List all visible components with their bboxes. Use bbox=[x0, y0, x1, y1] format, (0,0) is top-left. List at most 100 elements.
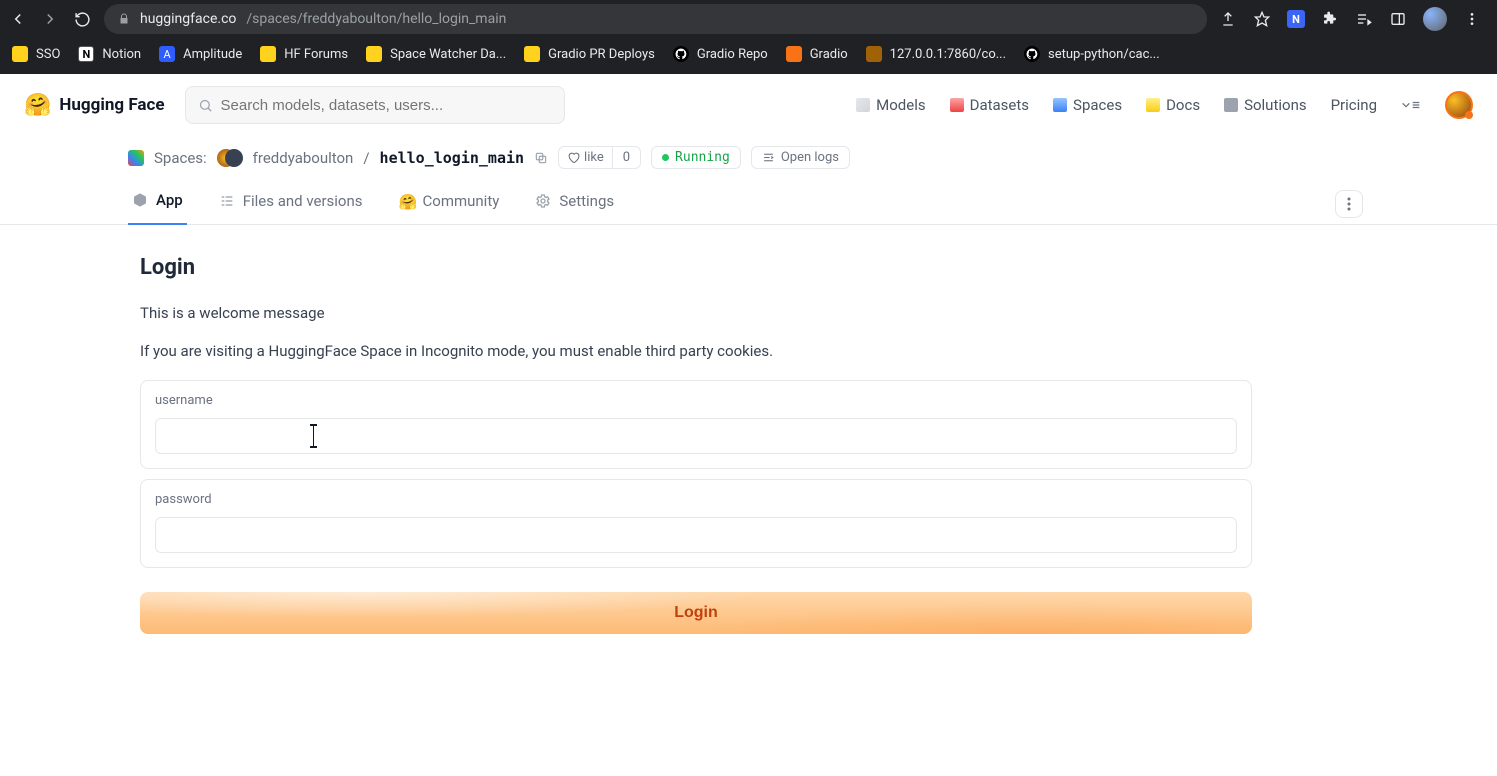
docs-icon bbox=[1146, 98, 1160, 112]
site-logo[interactable]: 🤗 Hugging Face bbox=[24, 93, 165, 118]
copy-icon[interactable] bbox=[534, 151, 548, 165]
like-count: 0 bbox=[612, 147, 640, 168]
tab-settings[interactable]: Settings bbox=[531, 184, 618, 224]
bookmark-item[interactable]: SSO bbox=[12, 46, 60, 62]
heart-icon bbox=[567, 151, 580, 164]
separator: / bbox=[363, 149, 369, 167]
menu-icon[interactable] bbox=[1463, 10, 1481, 28]
username-input[interactable] bbox=[155, 418, 1237, 454]
bookmark-label: HF Forums bbox=[284, 47, 348, 62]
bookmark-label: Gradio PR Deploys bbox=[548, 47, 655, 62]
briefcase-icon bbox=[1224, 98, 1238, 112]
tab-community[interactable]: 🤗 Community bbox=[395, 184, 504, 224]
gr2-icon bbox=[866, 46, 882, 62]
nav-label: Pricing bbox=[1331, 96, 1377, 114]
nav-datasets[interactable]: Datasets bbox=[950, 96, 1029, 114]
bookmark-label: 127.0.0.1:7860/co... bbox=[890, 47, 1006, 62]
profile-avatar[interactable] bbox=[1423, 7, 1447, 31]
app-icon bbox=[132, 192, 148, 208]
nav-label: Datasets bbox=[970, 96, 1029, 114]
username-input-wrapper bbox=[155, 418, 1237, 454]
hf-icon bbox=[260, 46, 276, 62]
tab-label: Community bbox=[423, 192, 500, 210]
hf-face-icon: 🤗 bbox=[24, 93, 51, 118]
nav-models[interactable]: Models bbox=[856, 96, 925, 114]
panel-icon[interactable] bbox=[1389, 10, 1407, 28]
bookmark-item[interactable]: Gradio bbox=[786, 46, 848, 62]
tab-label: Settings bbox=[559, 192, 614, 210]
lock-icon bbox=[118, 13, 130, 25]
bookmark-item[interactable]: A Amplitude bbox=[159, 46, 242, 62]
hf-icon bbox=[366, 46, 382, 62]
bookmark-item[interactable]: HF Forums bbox=[260, 46, 348, 62]
forward-button[interactable] bbox=[40, 9, 60, 29]
extensions-icon[interactable] bbox=[1321, 10, 1339, 28]
nav-docs[interactable]: Docs bbox=[1146, 96, 1200, 114]
username-label: username bbox=[155, 393, 1237, 408]
owner-link[interactable]: freddyaboulton bbox=[253, 149, 354, 167]
database-icon bbox=[950, 98, 964, 112]
bookmark-label: Amplitude bbox=[183, 47, 242, 62]
nav-pricing[interactable]: Pricing bbox=[1331, 96, 1377, 114]
browser-chrome: huggingface.co/spaces/freddyaboulton/hel… bbox=[0, 0, 1497, 74]
tab-files[interactable]: Files and versions bbox=[215, 184, 367, 224]
gear-icon bbox=[535, 193, 551, 209]
reload-button[interactable] bbox=[72, 9, 92, 29]
gh-icon bbox=[673, 46, 689, 62]
username-field-group: username bbox=[140, 380, 1252, 469]
site-nav: Models Datasets Spaces Docs Solutions Pr… bbox=[856, 91, 1473, 119]
app-content: Login This is a welcome message If you a… bbox=[0, 225, 1380, 674]
bookmark-label: Gradio bbox=[810, 47, 848, 62]
star-icon[interactable] bbox=[1253, 10, 1271, 28]
url-domain: huggingface.co bbox=[140, 11, 236, 27]
login-title: Login bbox=[140, 255, 1252, 280]
back-button[interactable] bbox=[8, 9, 28, 29]
bookmark-item[interactable]: Space Watcher Da... bbox=[366, 46, 506, 62]
cookie-notice: If you are visiting a HuggingFace Space … bbox=[140, 342, 1252, 360]
bookmark-item[interactable]: 127.0.0.1:7860/co... bbox=[866, 46, 1006, 62]
bookmark-item[interactable]: setup-python/cac... bbox=[1024, 46, 1160, 62]
nav-solutions[interactable]: Solutions bbox=[1224, 96, 1307, 114]
extension-icon[interactable]: N bbox=[1287, 10, 1305, 28]
status-dot-icon bbox=[662, 154, 669, 161]
bookmark-label: Gradio Repo bbox=[697, 47, 768, 62]
nav-label: Models bbox=[876, 96, 925, 114]
like-button[interactable]: like 0 bbox=[558, 146, 641, 169]
tab-label: Files and versions bbox=[243, 192, 363, 210]
logs-icon bbox=[762, 151, 775, 164]
nav-spaces[interactable]: Spaces bbox=[1053, 96, 1122, 114]
browser-toolbar: huggingface.co/spaces/freddyaboulton/hel… bbox=[0, 0, 1497, 38]
logs-label: Open logs bbox=[781, 150, 839, 165]
password-label: password bbox=[155, 492, 1237, 507]
bookmark-item[interactable]: Gradio PR Deploys bbox=[524, 46, 655, 62]
like-label: like bbox=[584, 150, 604, 165]
login-button[interactable]: Login bbox=[140, 592, 1252, 634]
bookmark-label: setup-python/cac... bbox=[1048, 47, 1160, 62]
bookmark-item[interactable]: Gradio Repo bbox=[673, 46, 768, 62]
nav-more[interactable] bbox=[1401, 99, 1421, 111]
search-icon bbox=[198, 98, 213, 113]
tab-app[interactable]: App bbox=[128, 183, 187, 225]
brand-text: Hugging Face bbox=[59, 95, 164, 115]
login-button-label: Login bbox=[674, 604, 718, 621]
password-field-group: password bbox=[140, 479, 1252, 568]
url-bar[interactable]: huggingface.co/spaces/freddyaboulton/hel… bbox=[104, 4, 1207, 34]
site-header: 🤗 Hugging Face Models Datasets Spaces Do… bbox=[0, 74, 1497, 136]
cube-icon bbox=[856, 98, 870, 112]
amp-icon: A bbox=[159, 46, 175, 62]
password-input[interactable] bbox=[155, 517, 1237, 553]
nav-label: Spaces bbox=[1073, 96, 1122, 114]
site-search[interactable] bbox=[185, 86, 565, 124]
bookmark-label: Notion bbox=[102, 47, 141, 62]
nav-label: Solutions bbox=[1244, 96, 1307, 114]
playlist-icon[interactable] bbox=[1355, 10, 1373, 28]
share-icon[interactable] bbox=[1219, 10, 1237, 28]
spaces-label[interactable]: Spaces: bbox=[154, 149, 207, 167]
space-name[interactable]: hello_login_main bbox=[380, 149, 525, 167]
more-menu-button[interactable] bbox=[1335, 190, 1363, 218]
open-logs-button[interactable]: Open logs bbox=[751, 146, 850, 169]
bookmark-item[interactable]: NNotion bbox=[78, 46, 141, 62]
site-search-input[interactable] bbox=[221, 97, 552, 114]
user-avatar[interactable] bbox=[1445, 91, 1473, 119]
owner-avatar-icon bbox=[225, 149, 243, 167]
